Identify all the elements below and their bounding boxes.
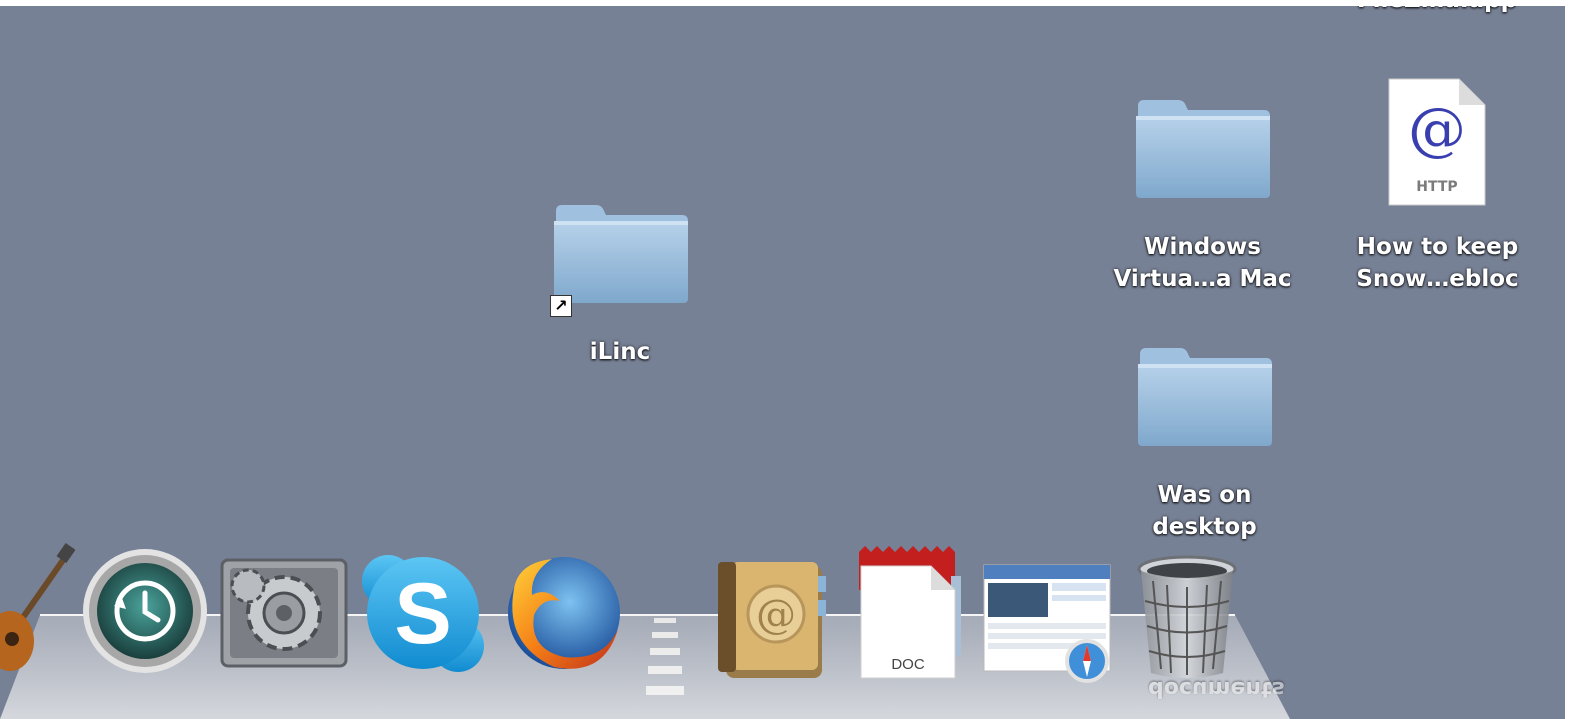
firefox-icon[interactable] (494, 549, 629, 681)
stack-label-reflection: documents (1148, 676, 1285, 701)
doc-label: DOC (891, 656, 925, 673)
alias-arrow-icon: ↗ (550, 295, 572, 317)
windows-virtual-label: Windows Virtua…a Mac (1113, 234, 1292, 292)
folder-icon (1136, 100, 1270, 198)
folder-icon (1138, 348, 1272, 446)
desktop-icon-was-on-desktop[interactable]: Was on desktop (1102, 334, 1307, 544)
was-on-desktop-label: Was on desktop (1152, 482, 1257, 540)
skype-icon[interactable]: S (358, 551, 488, 676)
desktop-icon-windows-virtual-folder[interactable]: Windows Virtua…a Mac (1100, 86, 1305, 301)
webloc-http-badge: HTTP (1416, 179, 1458, 195)
time-machine-icon[interactable] (80, 546, 210, 676)
svg-text:S: S (394, 566, 451, 662)
webloc-at-symbol: @ (1408, 95, 1466, 163)
desktop-icon-ilinc[interactable]: ↗ iLinc (520, 191, 720, 381)
folder-icon (554, 205, 688, 303)
webloc-label: How to keep Snow…ebloc (1356, 234, 1519, 292)
desktop: FileZilla.app Windows Virtua…a Mac @ HTT… (0, 6, 1565, 719)
ilinc-label: iLinc (589, 339, 651, 365)
trash-icon[interactable] (1133, 551, 1241, 681)
dock-separator (646, 618, 684, 695)
garageband-guitar-icon[interactable] (0, 541, 75, 676)
doc-stack-icon[interactable]: DOC (855, 546, 967, 681)
system-preferences-icon[interactable] (218, 556, 350, 671)
svg-text:@: @ (756, 592, 796, 638)
safari-downloads-stack-icon[interactable] (980, 561, 1115, 686)
desktop-icon-webloc[interactable]: @ HTTP How to keep Snow…ebloc (1335, 71, 1540, 301)
address-book-icon[interactable]: @ (712, 556, 830, 681)
filezilla-label: FileZilla.app (1332, 6, 1542, 16)
desktop-icon-filezilla[interactable]: FileZilla.app (1332, 6, 1542, 24)
